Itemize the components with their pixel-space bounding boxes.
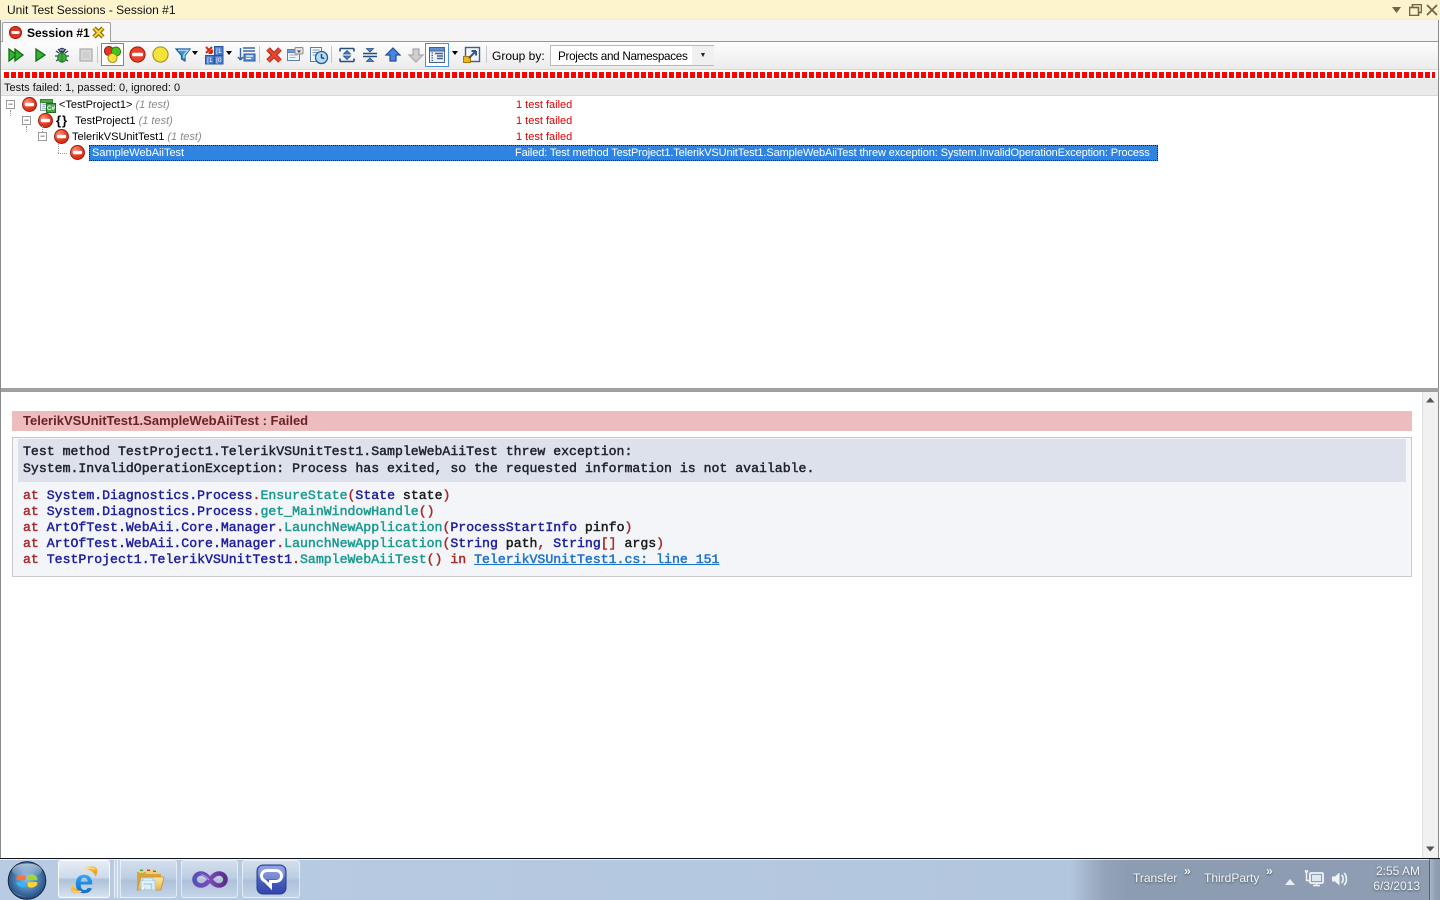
svg-text:C#: C# [47,105,56,112]
svg-text:[1: [1 [207,57,213,64]
svg-text:[0: [0 [216,57,222,64]
svg-text:[1: [1 [216,48,222,55]
